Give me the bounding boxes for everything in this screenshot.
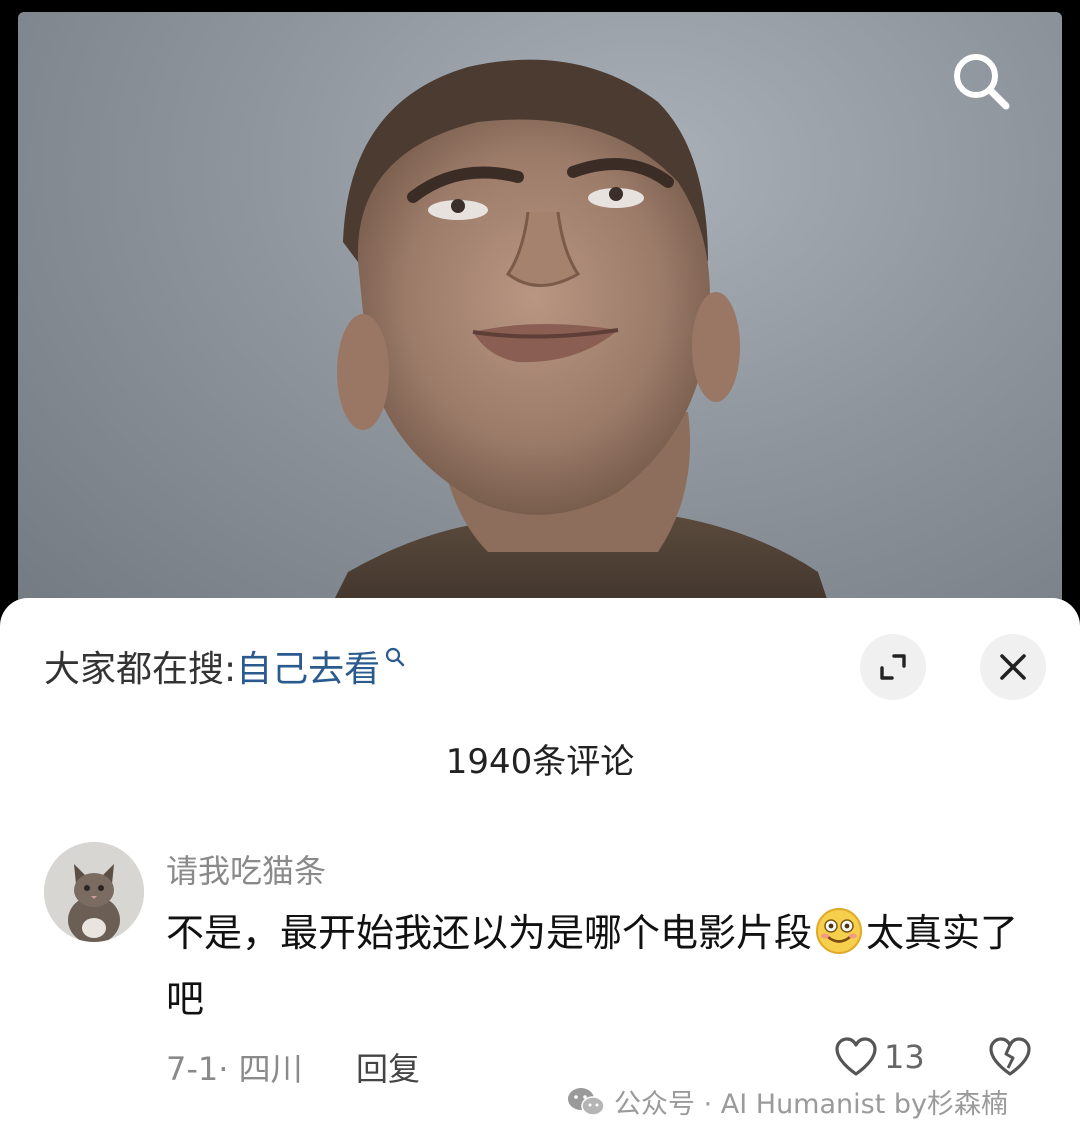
cat-avatar-image bbox=[44, 842, 144, 942]
screen: 大家都在搜: 自己去看 1940条评论 请我吃猫条 不是，最开始我还以为是哪个电… bbox=[0, 0, 1080, 1141]
portrait-image bbox=[318, 59, 838, 632]
wechat-icon bbox=[568, 1087, 605, 1116]
close-button[interactable] bbox=[980, 634, 1046, 700]
smile-emoji-icon bbox=[816, 908, 863, 954]
reply-button[interactable]: 回复 bbox=[356, 1044, 420, 1090]
heart-icon bbox=[835, 1037, 877, 1076]
search-icon bbox=[954, 54, 1010, 110]
comment-text: 不是，最开始我还以为是哪个电影片段 太真实了吧 bbox=[166, 900, 1036, 1032]
comments-sheet: 大家都在搜: 自己去看 1940条评论 请我吃猫条 不是，最开始我还以为是哪个电… bbox=[0, 598, 1080, 1141]
comment-text-part-1: 不是，最开始我还以为是哪个电影片段 bbox=[166, 911, 813, 955]
search-button[interactable] bbox=[946, 46, 1018, 118]
video-frame[interactable] bbox=[18, 12, 1062, 632]
comment-count: 1940条评论 bbox=[445, 742, 635, 782]
like-count: 13 bbox=[884, 1038, 925, 1076]
close-icon bbox=[1000, 654, 1026, 680]
watermark-text: 公众号 · AI Humanist by杉森楠 bbox=[614, 1089, 1008, 1120]
broken-heart-icon bbox=[989, 1037, 1031, 1076]
expand-button[interactable] bbox=[860, 634, 926, 700]
trending-search-prefix: 大家都在搜: bbox=[44, 649, 237, 690]
avatar[interactable] bbox=[44, 842, 144, 942]
expand-icon bbox=[880, 654, 906, 680]
trending-search-keyword[interactable]: 自己去看 bbox=[236, 640, 380, 692]
comment-date-location: 7-1· 四川 bbox=[166, 1050, 303, 1088]
like-button[interactable]: 13 bbox=[834, 1036, 925, 1078]
dislike-button[interactable] bbox=[988, 1036, 1032, 1082]
comment-username[interactable]: 请我吃猫条 bbox=[166, 846, 326, 892]
trending-search[interactable]: 大家都在搜: 自己去看 bbox=[44, 640, 406, 692]
small-search-icon bbox=[386, 647, 405, 667]
watermark: 公众号 · AI Humanist by杉森楠 bbox=[566, 1082, 1008, 1121]
